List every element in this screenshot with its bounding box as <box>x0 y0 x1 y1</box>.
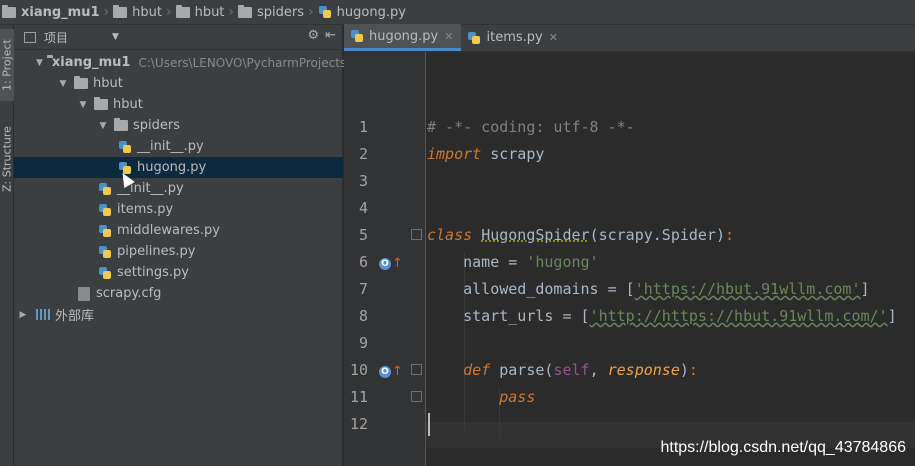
fold-marker-icon[interactable] <box>411 391 422 402</box>
tree-item-items[interactable]: items.py <box>14 199 343 220</box>
tree-item-hugong[interactable]: hugong.py <box>14 157 343 178</box>
tree-item-settings[interactable]: settings.py <box>14 262 343 283</box>
text-caret <box>428 413 430 436</box>
fold-marker-icon[interactable] <box>411 364 422 375</box>
line-number: 2 <box>358 145 368 163</box>
expand-arrow-icon[interactable]: ▼ <box>96 121 110 131</box>
project-tool-tab[interactable]: 1: Project <box>0 29 14 101</box>
python-file-icon <box>98 224 112 238</box>
python-file-icon <box>98 266 112 280</box>
tree-item-hbut-outer[interactable]: ▼ hbut <box>14 73 343 94</box>
overrides-method-icon[interactable]: O ↑ <box>379 364 403 379</box>
line-gutter: 1 2 3 4 5 6 7 8 9 10 11 12 O ↑ O ↑ <box>344 52 426 466</box>
breadcrumb-separator: › <box>103 4 110 20</box>
breadcrumb-separator: › <box>165 4 172 20</box>
tree-item-hbut-init[interactable]: __init__.py <box>14 178 343 199</box>
python-file-icon <box>118 140 132 154</box>
python-file-icon <box>98 203 112 217</box>
python-file-icon <box>350 29 364 43</box>
line-number: 4 <box>358 199 368 217</box>
project-panel: 项目 ▼ ⚙ ⇤ ▼ xiang_mu1 C:\Users\LENOVO\Pyc… <box>14 25 355 466</box>
project-view-selector[interactable]: 项目 <box>44 29 68 46</box>
code-line-7: allowed_domains = ['https://hbut.91wllm.… <box>463 280 870 298</box>
folder-icon <box>2 4 16 18</box>
tree-item-external-libraries[interactable]: ▶ 外部库 <box>14 304 343 325</box>
code-line-10: def parse(self, response): <box>463 361 698 379</box>
breadcrumb-project[interactable]: xiang_mu1 <box>2 0 100 25</box>
folder-icon <box>175 4 190 18</box>
close-icon[interactable]: ✕ <box>444 30 453 43</box>
gear-icon[interactable]: ⚙ <box>307 28 319 43</box>
line-number: 8 <box>358 307 368 325</box>
python-file-icon <box>318 5 332 19</box>
project-panel-header: 项目 ▼ ⚙ ⇤ <box>14 25 342 50</box>
tree-item-spiders[interactable]: ▼ spiders <box>14 115 343 136</box>
line-number: 6 <box>358 253 368 271</box>
line-number: 11 <box>349 388 368 406</box>
python-file-icon <box>98 182 112 196</box>
config-file-icon <box>78 286 90 301</box>
editor-tab-bar: hugong.py ✕ items.py ✕ <box>344 24 915 52</box>
line-number: 12 <box>349 415 368 433</box>
structure-tool-tab[interactable]: Z: Structure <box>0 120 14 198</box>
project-view-icon <box>24 31 36 43</box>
collapse-arrow-icon[interactable]: ▶ <box>16 310 30 320</box>
tree-item-pipelines[interactable]: pipelines.py <box>14 241 343 262</box>
panel-toolbar: ⚙ ⇤ <box>307 28 336 43</box>
folder-icon <box>74 76 88 89</box>
project-path-hint: C:\Users\LENOVO\PycharmProjects_l <box>138 55 356 70</box>
expand-arrow-icon[interactable]: ▼ <box>76 100 90 110</box>
watermark: https://blog.csdn.net/qq_43784866 <box>660 439 906 456</box>
tab-items[interactable]: items.py ✕ <box>461 24 565 51</box>
breadcrumb-spiders[interactable]: spiders <box>238 0 304 25</box>
overrides-method-icon[interactable]: O ↑ <box>379 256 403 271</box>
line-number: 7 <box>358 280 368 298</box>
tree-item-scrapy-cfg[interactable]: scrapy.cfg <box>14 283 343 304</box>
code-line-6: name = 'hugong' <box>463 253 599 271</box>
line-number: 1 <box>358 118 368 136</box>
tool-window-strip: 1: Project Z: Structure <box>0 25 14 466</box>
line-number: 5 <box>358 226 368 244</box>
expand-arrow-icon[interactable]: ▼ <box>36 58 43 68</box>
python-file-icon <box>98 245 112 259</box>
folder-icon <box>114 118 128 131</box>
code-line-2: import scrapy <box>427 145 545 163</box>
library-icon <box>36 309 50 320</box>
line-number: 3 <box>358 172 368 190</box>
tree-item-middlewares[interactable]: middlewares.py <box>14 220 343 241</box>
breadcrumb-hbut-inner[interactable]: hbut <box>175 0 224 25</box>
breadcrumb-file[interactable]: hugong.py <box>318 0 406 25</box>
navigation-bar: xiang_mu1 › hbut › hbut › spiders › hugo… <box>0 0 915 25</box>
code-line-8: start_urls = ['http://https://hbut.91wll… <box>463 307 897 325</box>
fold-marker-icon[interactable] <box>411 229 422 240</box>
breadcrumb-separator: › <box>308 4 314 20</box>
line-number: 9 <box>358 334 368 352</box>
folder-icon <box>113 4 128 18</box>
tree-item-hbut-inner[interactable]: ▼ hbut <box>14 94 343 115</box>
code-line-11: pass <box>499 388 536 406</box>
code-editor: hugong.py ✕ items.py ✕ 1 2 3 4 5 6 7 8 9… <box>344 24 915 466</box>
project-tree: ▼ xiang_mu1 C:\Users\LENOVO\PycharmProje… <box>14 50 355 324</box>
close-icon[interactable]: ✕ <box>549 31 558 44</box>
tree-item-spiders-init[interactable]: __init__.py <box>14 136 343 157</box>
python-file-icon <box>467 31 481 45</box>
expand-arrow-icon[interactable]: ▼ <box>56 79 70 89</box>
breadcrumb-hbut-outer[interactable]: hbut <box>113 0 162 25</box>
breadcrumb-separator: › <box>228 4 235 20</box>
tab-hugong[interactable]: hugong.py ✕ <box>344 24 462 51</box>
folder-icon <box>238 4 253 18</box>
chevron-down-icon[interactable]: ▼ <box>112 32 119 42</box>
code-area[interactable]: 1 2 3 4 5 6 7 8 9 10 11 12 O ↑ O ↑ # -*- c… <box>344 52 915 466</box>
folder-icon <box>94 97 108 110</box>
code-line-5: class HugongSpider(scrapy.Spider): <box>427 226 735 244</box>
collapse-icon[interactable]: ⇤ <box>325 28 336 43</box>
code-line-1: # -*- coding: utf-8 -*- <box>427 118 635 136</box>
tree-item-project-root[interactable]: ▼ xiang_mu1 C:\Users\LENOVO\PycharmProje… <box>14 52 355 73</box>
line-number: 10 <box>349 361 368 379</box>
